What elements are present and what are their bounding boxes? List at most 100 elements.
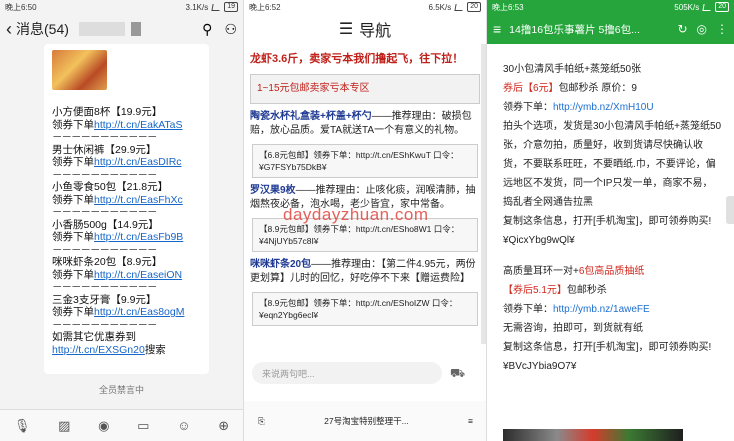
chat-header: ‹ 消息(54) ⚲ ⚇	[0, 14, 243, 44]
price-rest: 包邮秒杀 原价：9	[558, 83, 637, 94]
chat-title: 消息(54)	[16, 21, 69, 37]
coupon-line: 【6.8元包邮】领券下单：http://t.cn/EShKwuT 口令：	[259, 150, 459, 160]
search-icon[interactable]: ⚲	[202, 21, 212, 38]
coupon-link[interactable]: http://ymb.nz/XmH10U	[553, 102, 654, 113]
battery-icon: 19	[224, 2, 238, 12]
copy-instruction: 复制这条信息，打开[手机淘宝]，即可领券购买!	[503, 216, 712, 227]
zone-box[interactable]: 1~15元包邮卖家亏本专区	[250, 74, 480, 104]
coupon-box[interactable]: 【6.8元包邮】领券下单：http://t.cn/EShKwuT 口令： ¥G7F…	[252, 144, 478, 178]
screenshot-collage: 晚上6:50 3.1K/s 19 ‹ 消息(54) ⚲ ⚇ 小方便面8杯【19.9元…	[0, 0, 734, 441]
copy-instruction: 复制这条信息，打开[手机淘宝]，即可领券购买!	[503, 342, 712, 353]
item-name: 咪咪虾条20包【8.9元】	[52, 256, 163, 268]
product-photo	[503, 429, 683, 441]
net-speed: 6.5K/s	[428, 2, 452, 12]
target-icon[interactable]: ◎	[697, 22, 707, 36]
item-prefix: 领券下单	[52, 193, 94, 206]
image-icon[interactable]: ▨	[58, 418, 70, 434]
phone-article-screen: 晚上6:53 505K/s 20 ≡ 14撸16包乐事薯片 5撸6包... ↻ ◎…	[486, 0, 734, 441]
coupon-link[interactable]: http://ymb.nz/1aweFE	[553, 304, 650, 315]
item-prefix: 领券下单	[52, 306, 94, 318]
signal-icon	[454, 3, 464, 11]
coupon-code: ¥G7FSYb75DkB¥	[259, 162, 327, 172]
item-name: 小鱼零食50包【21.8元】	[52, 181, 169, 193]
net-speed: 505K/s	[674, 2, 700, 12]
nav-title: 导航	[359, 23, 392, 40]
item-name: 小方便面8杯【19.9元】	[52, 106, 163, 118]
status-time: 晚上6:50	[5, 2, 37, 12]
page-title: 14撸16包乐事薯片 5撸6包...	[509, 23, 640, 36]
item-prefix: 领券下单	[52, 231, 94, 243]
item-link[interactable]: http://t.cn/EasFhXc	[94, 194, 183, 206]
link-prefix: 领券下单：	[503, 304, 553, 315]
item-link[interactable]: http://t.cn/EasDIRc	[94, 156, 182, 168]
coupon-box[interactable]: 【8.9元包邮】领券下单：http://t.cn/EShoIZW 口令： ¥eqn…	[252, 292, 478, 326]
menu-icon[interactable]: ☰	[339, 19, 353, 39]
status-time: 晚上6:53	[492, 2, 524, 12]
bottom-label[interactable]: 27号淘宝特别整理干...	[324, 415, 409, 427]
item-name: 男士休闲裤【29.9元】	[52, 143, 157, 156]
list-icon[interactable]: ≡	[468, 416, 473, 426]
item-link[interactable]: http://t.cn/EaseiON	[94, 269, 182, 281]
product-head-red: 6包高品质抽纸	[578, 266, 645, 277]
chat-toolbar: 🎙 ▨ ◉ ▭ ☺ ⊕	[0, 409, 243, 441]
product-head: 高质量耳环一对+	[503, 266, 579, 277]
net-speed: 3.1K/s	[185, 2, 209, 12]
product-image[interactable]	[52, 50, 107, 90]
coupon-code: ¥eqn2Ybg6ecl¥	[259, 310, 319, 320]
battery-icon: 20	[715, 2, 729, 12]
redacted-name	[78, 22, 125, 36]
separator: －－－－－－－－－－－	[52, 131, 158, 143]
emoji-icon[interactable]: ☺	[177, 418, 190, 433]
share-icon[interactable]: ⎘	[258, 416, 265, 427]
product-name[interactable]: 咪咪虾条20包	[250, 259, 311, 270]
more-icon[interactable]: ⋮	[716, 22, 728, 36]
side-handle[interactable]	[726, 196, 734, 224]
signal-icon	[211, 3, 221, 11]
microphone-icon[interactable]: 🎙	[14, 418, 31, 434]
separator: －－－－－－－－－－－	[52, 318, 158, 331]
item-name: 三金3支牙膏【9.9元】	[52, 293, 157, 306]
separator: －－－－－－－－－－－	[52, 168, 158, 181]
product-body: 无需咨询，拍即可，到货就有纸	[503, 323, 643, 334]
phone-chat-screen: 晚上6:50 3.1K/s 19 ‹ 消息(54) ⚲ ⚇ 小方便面8杯【19.9元…	[0, 0, 243, 441]
status-bar: 晚上6:50 3.1K/s 19	[0, 0, 243, 14]
status-time: 晚上6:52	[249, 2, 281, 12]
item-link[interactable]: http://t.cn/EasFb9B	[94, 231, 183, 243]
camera-icon[interactable]: ◉	[98, 418, 109, 434]
menu-icon[interactable]: ≡	[493, 21, 501, 37]
coupon-code: ¥4NjUYb57c8I¥	[259, 236, 319, 246]
plus-icon[interactable]: ⊕	[218, 418, 229, 434]
promo-banner: 龙虾3.6斤，卖家亏本我们撸起飞，往下拉！	[250, 53, 464, 65]
back-icon[interactable]: ‹	[6, 19, 12, 40]
bottom-bar: ⎘ 27号淘宝特别整理干... ≡	[244, 401, 486, 441]
product-head: 30小包清风手帕纸+蒸笼纸50张	[503, 64, 642, 75]
status-bar: 晚上6:53 505K/s 20	[487, 0, 734, 14]
signal-icon	[702, 3, 712, 11]
footer-link[interactable]: http://t.cn/EXSGn20	[52, 344, 145, 356]
refresh-icon[interactable]: ↻	[677, 22, 687, 36]
footer-suffix: 搜索	[144, 343, 166, 356]
link-prefix: 领券下单：	[503, 102, 553, 113]
taobao-code: ¥BVcJYbia9O7¥	[503, 361, 577, 372]
price-red: 【券后5.1元】	[503, 285, 567, 296]
item-link[interactable]: http://t.cn/Eas8ogM	[94, 306, 184, 318]
watermark: daydayzhuan.com	[283, 205, 429, 224]
footer-text: 如需其它优惠券到	[52, 331, 136, 343]
status-bar: 晚上6:52 6.5K/s 20	[244, 0, 486, 14]
toolbar: ≡ 14撸16包乐事薯片 5撸6包... ↻ ◎ ⋮	[487, 14, 734, 44]
article-body: 30小包清风手帕纸+蒸笼纸50张 券后【6元】包邮秒杀 原价：9 领券下单：ht…	[487, 44, 734, 376]
folder-icon[interactable]: ▭	[137, 418, 149, 434]
app-header: 晚上6:53 505K/s 20 ≡ 14撸16包乐事薯片 5撸6包... ↻ ◎…	[487, 0, 734, 44]
redacted-name	[130, 22, 141, 36]
sofa-icon[interactable]: ⛟	[450, 366, 465, 382]
comment-input[interactable]: 来说两句吧...	[252, 362, 442, 384]
item-prefix: 领券下单	[52, 156, 94, 168]
item-link[interactable]: http://t.cn/EakATaS	[94, 119, 183, 131]
item-name: 小香肠500g【14.9元】	[52, 218, 159, 231]
user-icon[interactable]: ⚇	[224, 21, 237, 38]
product-name[interactable]: 罗汉果9枚	[250, 185, 296, 196]
separator: －－－－－－－－－－－	[52, 281, 158, 293]
mute-notice: 全员禁言中	[98, 385, 144, 395]
separator: －－－－－－－－－－－	[52, 206, 158, 218]
product-name[interactable]: 陶瓷水杯礼盒装+杯盖+杯勺	[250, 111, 372, 122]
